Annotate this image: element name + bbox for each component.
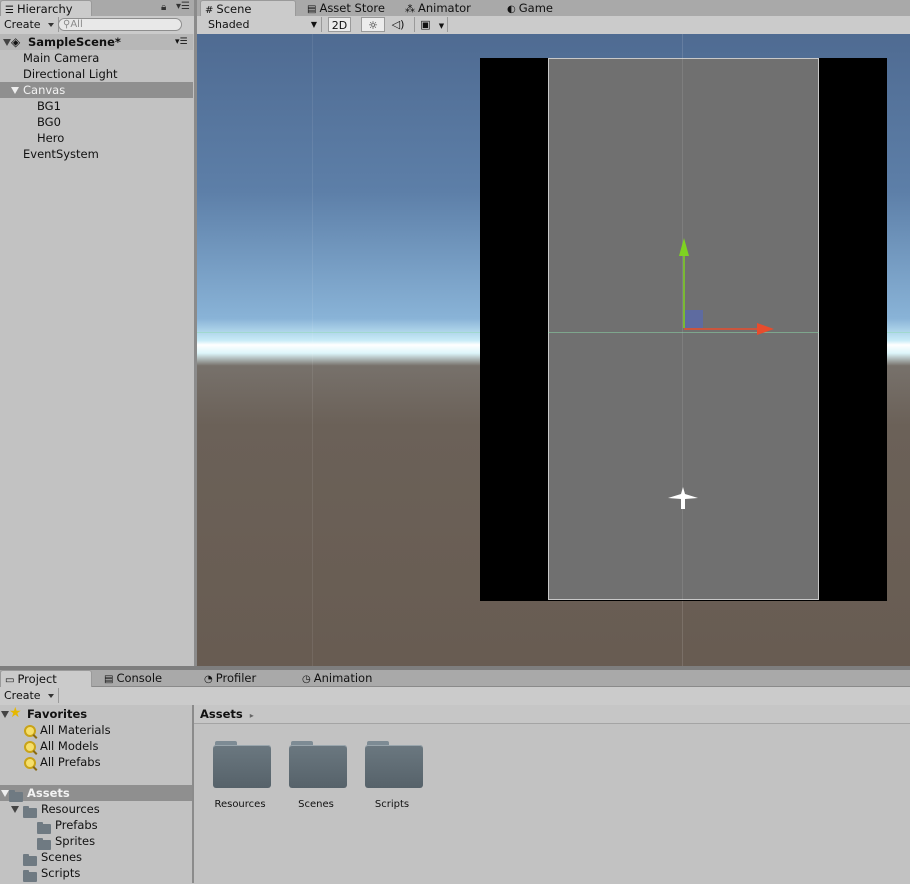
tab-scene[interactable]: # Scene [200, 0, 296, 17]
lock-icon[interactable]: 🔒︎ [161, 2, 166, 13]
gizmo-plane-handle[interactable] [685, 310, 703, 328]
breadcrumb[interactable]: Assets ▸ [200, 707, 254, 721]
profiler-icon: ◔ [204, 674, 213, 685]
folder-resources-label[interactable]: Resources [200, 799, 280, 810]
search-favorite-icon [24, 740, 36, 753]
toggle-2d-button[interactable]: 2D [328, 17, 351, 32]
gizmo-x-arrow-icon[interactable] [757, 323, 774, 335]
tab-animation[interactable]: ◷ Animation [298, 670, 378, 686]
folder-scenes-icon[interactable] [289, 741, 347, 788]
scene-menu-icon[interactable]: ▾☰ [175, 34, 188, 50]
tree-item-sprites[interactable]: Sprites [0, 833, 192, 850]
console-icon: ▤ [104, 674, 114, 685]
tree-item-scenes[interactable]: Scenes [0, 849, 192, 866]
expand-arrow-icon[interactable] [11, 806, 19, 813]
favorite-all-models[interactable]: All Models [24, 738, 98, 754]
search-favorite-icon [24, 756, 36, 769]
hero-plane-icon[interactable] [667, 487, 699, 509]
folder-scripts-icon[interactable] [365, 741, 423, 788]
chevron-down-icon: ▼ [438, 22, 445, 30]
unity-logo-icon: ◈ [11, 35, 21, 49]
sun-icon: ☼ [368, 19, 378, 32]
tab-animator[interactable]: ⁂ Animator [401, 0, 477, 16]
gizmo-y-arrow-icon[interactable] [679, 238, 689, 256]
assets-breadcrumb-bar [194, 705, 910, 724]
search-favorite-icon [24, 724, 36, 737]
chevron-down-icon: ▼ [310, 20, 317, 29]
hierarchy-item-eventsystem[interactable]: EventSystem [0, 146, 193, 162]
scene-root-row[interactable]: ◈ SampleScene* ▾☰ [0, 34, 193, 50]
clock-icon: ◷ [302, 674, 311, 685]
chevron-right-icon: ▸ [249, 711, 254, 720]
tree-item-resources[interactable]: Resources [0, 801, 192, 818]
image-icon: ▣ [420, 18, 431, 31]
favorites-header[interactable]: ★ Favorites [0, 705, 192, 722]
project-assets-panel [194, 705, 910, 883]
star-icon: ★ [9, 705, 22, 721]
effects-toggle[interactable]: ▣ [414, 17, 436, 32]
hierarchy-item-main-camera[interactable]: Main Camera [0, 50, 193, 66]
hierarchy-item-directional-light[interactable]: Directional Light [0, 66, 193, 82]
project-create-button[interactable]: Create [0, 688, 60, 703]
grid-line-vertical [312, 34, 313, 666]
tree-item-scripts[interactable]: Scripts [0, 865, 192, 884]
expand-arrow-icon[interactable] [3, 39, 11, 46]
hierarchy-item-bg1[interactable]: BG1 [0, 98, 193, 114]
folder-scenes-label[interactable]: Scenes [276, 799, 356, 810]
speaker-icon: ◁) [391, 18, 405, 31]
hierarchy-item-bg0[interactable]: BG0 [0, 114, 193, 130]
expand-arrow-icon[interactable] [1, 711, 9, 718]
tab-console[interactable]: ▤ Console [100, 670, 168, 686]
hierarchy-item-hero[interactable]: Hero [0, 130, 193, 146]
move-gizmo[interactable] [657, 234, 777, 344]
panel-menu-icon[interactable]: ▾☰ [176, 1, 190, 12]
tab-game[interactable]: ◐ Game [503, 0, 559, 16]
lighting-toggle[interactable]: ☼ [361, 17, 385, 32]
hierarchy-search-input[interactable]: ⚲All [58, 18, 182, 31]
expand-arrow-icon[interactable] [1, 790, 9, 797]
effects-dropdown[interactable]: ▼ [436, 17, 448, 32]
tab-hierarchy[interactable]: ☰ Hierarchy [0, 0, 92, 17]
favorite-all-prefabs[interactable]: All Prefabs [24, 754, 101, 770]
expand-arrow-icon[interactable] [11, 87, 19, 94]
scene-viewport[interactable] [197, 34, 910, 666]
tab-profiler[interactable]: ◔ Profiler [200, 670, 262, 686]
scene-name: SampleScene* [28, 35, 121, 49]
tree-item-prefabs[interactable]: Prefabs [0, 817, 192, 834]
hierarchy-item-canvas[interactable]: Canvas [0, 82, 193, 98]
folder-resources-icon[interactable] [213, 741, 271, 788]
favorite-all-materials[interactable]: All Materials [24, 722, 111, 738]
audio-toggle[interactable]: ◁) [386, 17, 410, 32]
tab-asset-store[interactable]: ▤ Asset Store [303, 0, 391, 16]
assets-root-row[interactable]: Assets [0, 785, 192, 802]
tab-project[interactable]: ▭ Project [0, 670, 92, 687]
folder-icon [23, 868, 40, 884]
folder-scripts-label[interactable]: Scripts [352, 799, 432, 810]
hierarchy-create-button[interactable]: Create [0, 17, 60, 32]
project-toolbar [0, 687, 910, 706]
shading-mode-dropdown[interactable]: Shaded ▼ [204, 17, 322, 32]
